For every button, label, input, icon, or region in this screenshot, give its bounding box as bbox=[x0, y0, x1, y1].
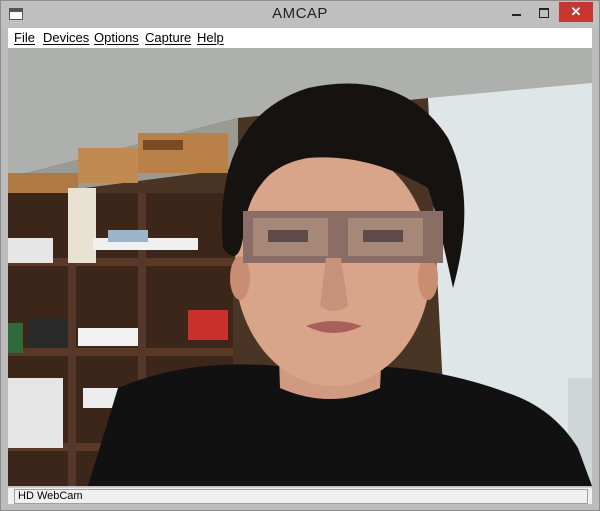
menu-help[interactable]: Help bbox=[197, 30, 224, 45]
minimize-icon bbox=[511, 13, 521, 16]
maximize-icon bbox=[539, 7, 549, 18]
close-button[interactable]: ✕ bbox=[559, 2, 593, 22]
minimize-button[interactable] bbox=[503, 2, 529, 22]
menu-options[interactable]: Options bbox=[94, 30, 139, 45]
close-icon: ✕ bbox=[570, 4, 582, 19]
menu-devices[interactable]: Devices bbox=[43, 30, 89, 45]
menu-bar: File Devices Options Capture Help bbox=[8, 28, 592, 48]
status-device-name: HD WebCam bbox=[14, 489, 588, 504]
menu-file[interactable]: File bbox=[14, 30, 35, 45]
menu-capture[interactable]: Capture bbox=[145, 30, 191, 45]
amcap-window: AMCAP ✕ File Devices Options Capture Hel… bbox=[0, 0, 600, 511]
webcam-frame-image bbox=[8, 48, 592, 486]
video-preview[interactable] bbox=[8, 48, 592, 486]
title-bar[interactable]: AMCAP ✕ bbox=[1, 1, 599, 28]
maximize-button[interactable] bbox=[531, 2, 557, 22]
status-bar: HD WebCam bbox=[8, 487, 592, 504]
